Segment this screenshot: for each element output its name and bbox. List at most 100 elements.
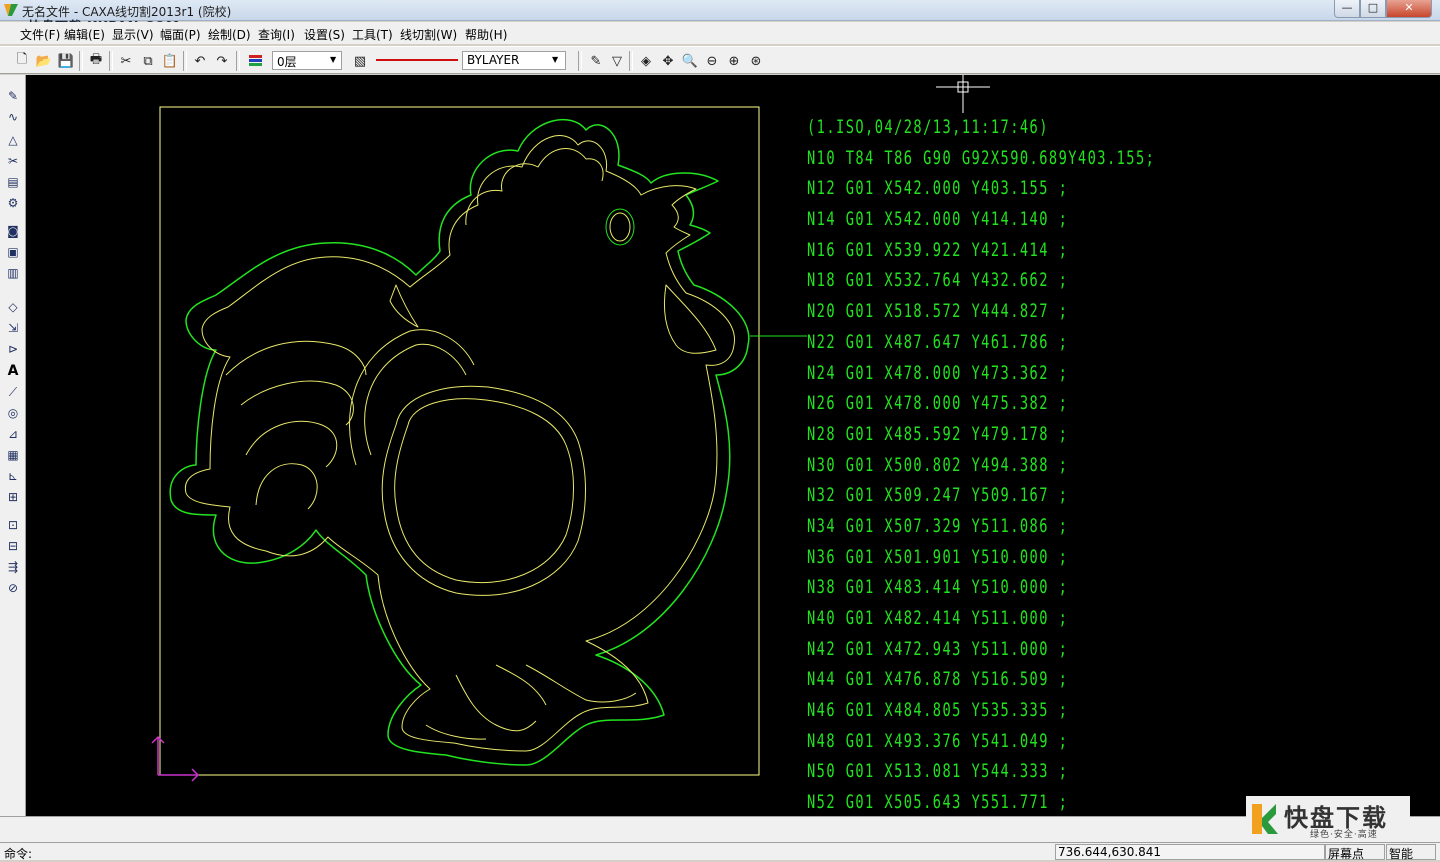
title-bar: 无名文件 - CAXA线切割2013r1 (院校) — □ ✕ xyxy=(0,0,1440,21)
curve-icon[interactable]: ∿ xyxy=(3,108,23,126)
linetype-icon[interactable]: ▧ xyxy=(350,51,370,71)
menu-draw[interactable]: 绘制(D) xyxy=(208,26,251,43)
snap-mode-button[interactable]: 屏幕点 xyxy=(1325,844,1385,861)
smart-mode-button[interactable]: 智能 xyxy=(1386,844,1436,861)
zoom-out-icon[interactable]: ⊖ xyxy=(702,51,722,71)
nc-code-line: N30 G01 X500.802 Y494.388 ; xyxy=(807,453,1069,476)
nc-code-line: N26 G01 X478.000 Y475.382 ; xyxy=(807,392,1069,415)
app-icon xyxy=(4,4,18,16)
chevron-down-icon[interactable]: ▼ xyxy=(552,55,558,64)
menu-edit[interactable]: 编辑(E) xyxy=(64,26,105,43)
menu-settings[interactable]: 设置(S) xyxy=(304,26,345,43)
nc-code-line: N32 G01 X509.247 Y509.167 ; xyxy=(807,484,1069,507)
nc-code-line: N18 G01 X532.764 Y432.662 ; xyxy=(807,269,1069,292)
copy-icon[interactable]: ⧉ xyxy=(138,51,158,71)
nc-code-line: N38 G01 X483.414 Y510.000 ; xyxy=(807,576,1069,599)
nc-code-line: N12 G01 X542.000 Y403.155 ; xyxy=(807,177,1069,200)
nc-code-line: N48 G01 X493.376 Y541.049 ; xyxy=(807,729,1069,752)
simulate-icon[interactable]: ⇶ xyxy=(3,558,23,576)
menu-file[interactable]: 文件(F) xyxy=(20,26,60,43)
chevron-down-icon[interactable]: ▼ xyxy=(330,55,336,64)
command-area[interactable] xyxy=(0,816,1440,842)
nc-code-line: N52 G01 X505.643 Y551.771 ; xyxy=(807,791,1069,814)
nc-code-listing: (1.ISO,04/28/13,11:17:46) N10 T84 T86 G9… xyxy=(807,112,1155,818)
coordinate-readout: 736.644,630.841 xyxy=(1055,844,1325,860)
zoom-in-icon[interactable]: ⊕ xyxy=(724,51,744,71)
nc-code-line: N34 G01 X507.329 Y511.086 ; xyxy=(807,514,1069,537)
menu-sheet[interactable]: 幅面(P) xyxy=(160,26,201,43)
block-icon[interactable]: ▤ xyxy=(3,173,23,191)
rooster-profile xyxy=(169,119,750,766)
redo-icon[interactable]: ↷ xyxy=(212,51,232,71)
nc-code-line: N16 G01 X539.922 Y421.414 ; xyxy=(807,238,1069,261)
nc-code-line: N14 G01 X542.000 Y414.140 ; xyxy=(807,208,1069,231)
nc-code-line: N50 G01 X513.081 Y544.333 ; xyxy=(807,760,1069,783)
nc-code-line: N36 G01 X501.901 Y510.000 ; xyxy=(807,545,1069,568)
watermark-logo: 快盘下载 绿色·安全·高速 xyxy=(1246,796,1410,842)
transfer-icon[interactable]: ⊘ xyxy=(3,579,23,597)
trim-icon[interactable]: ✂ xyxy=(3,152,23,170)
eraser-icon[interactable]: ◇ xyxy=(3,298,23,316)
nc-code-line: N22 G01 X487.647 Y461.786 ; xyxy=(807,330,1069,353)
linetype-select[interactable]: BYLAYER xyxy=(462,51,566,70)
redraw-icon[interactable]: ◈ xyxy=(636,51,656,71)
coordinate-axis-icon xyxy=(151,735,200,782)
filter-icon[interactable]: ▽ xyxy=(607,51,627,71)
nc-code-line: N10 T84 T86 G90 G92X590.689Y403.155; xyxy=(807,146,1156,169)
mirror-icon[interactable]: ⊳ xyxy=(3,340,23,358)
menu-help[interactable]: 帮助(H) xyxy=(465,26,507,43)
nc-code-line: N44 G01 X476.878 Y516.509 ; xyxy=(807,668,1069,691)
polyline-icon[interactable]: ⟋ xyxy=(3,383,23,401)
command-label: 命令: xyxy=(4,847,33,861)
scale-icon[interactable]: ⇲ xyxy=(3,319,23,337)
save-icon[interactable]: 💾 xyxy=(56,51,76,71)
menu-tools[interactable]: 工具(T) xyxy=(352,26,393,43)
close-button[interactable]: ✕ xyxy=(1386,0,1432,18)
pen-icon[interactable]: ✎ xyxy=(3,87,23,105)
zoom-window-icon[interactable]: 🔍 xyxy=(680,51,700,71)
paste-icon[interactable]: 📋 xyxy=(160,51,180,71)
pan-icon[interactable]: ✥ xyxy=(658,51,678,71)
nc-code-line: N28 G01 X485.592 Y479.178 ; xyxy=(807,422,1069,445)
text-icon[interactable]: A xyxy=(3,362,23,380)
layers-icon[interactable] xyxy=(246,51,266,71)
print-icon[interactable]: 🖶 xyxy=(86,51,106,71)
dimension-icon[interactable]: ⊾ xyxy=(3,467,23,485)
triangle-icon[interactable]: △ xyxy=(3,131,23,149)
toolbar-separator xyxy=(236,51,240,71)
nc-code-line: N42 G01 X472.943 Y511.000 ; xyxy=(807,637,1069,660)
nc-code-line: N40 G01 X482.414 Y511.000 ; xyxy=(807,607,1069,629)
nc-code-line: N24 G01 X478.000 Y473.362 ; xyxy=(807,361,1069,384)
brush-icon[interactable]: ✎ xyxy=(586,51,606,71)
printer-icon[interactable]: ▥ xyxy=(3,264,23,282)
target-icon[interactable]: ◎ xyxy=(3,404,23,422)
drawing-canvas[interactable]: (1.ISO,04/28/13,11:17:46) N10 T84 T86 G9… xyxy=(26,75,1440,816)
nc-code-line: N46 G01 X484.805 Y535.335 ; xyxy=(807,699,1069,722)
toolbar-separator xyxy=(109,51,113,71)
status-bar: 命令: 736.644,630.841 屏幕点 智能 xyxy=(0,842,1440,861)
toolbar-separator xyxy=(183,51,187,71)
minimize-button[interactable]: — xyxy=(1334,0,1360,18)
gcode-icon[interactable]: ⊟ xyxy=(3,537,23,555)
gear-tool-icon[interactable]: ⚙ xyxy=(3,194,23,212)
align-icon[interactable]: ⊞ xyxy=(3,488,23,506)
crosshair-cursor-icon xyxy=(936,75,990,113)
zoom-all-icon[interactable]: ⊛ xyxy=(746,51,766,71)
table-icon[interactable]: ▦ xyxy=(3,446,23,464)
menu-query[interactable]: 查询(I) xyxy=(258,26,295,43)
camera-icon[interactable]: ◙ xyxy=(3,222,23,240)
menu-view[interactable]: 显示(V) xyxy=(112,26,154,43)
new-file-icon[interactable]: 🗋 xyxy=(12,51,32,71)
hatch-icon[interactable]: ⊿ xyxy=(3,425,23,443)
wirecut-path-icon[interactable]: ⊡ xyxy=(3,516,23,534)
image-icon[interactable]: ▣ xyxy=(3,243,23,261)
undo-icon[interactable]: ↶ xyxy=(190,51,210,71)
toolbar-separator xyxy=(79,51,83,71)
drawing-svg xyxy=(151,75,990,782)
cut-icon[interactable]: ✂ xyxy=(116,51,136,71)
maximize-button[interactable]: □ xyxy=(1360,0,1386,18)
menu-wirecut[interactable]: 线切割(W) xyxy=(400,26,457,43)
main-toolbar: 🗋 📂 💾 🖶 ✂ ⧉ 📋 ↶ ↷ 0层 ▼ ▧ BYLAYER ▼ ✎ ▽ ◈… xyxy=(0,46,1440,74)
open-folder-icon[interactable]: 📂 xyxy=(34,51,54,71)
line-color-swatch xyxy=(376,59,458,61)
